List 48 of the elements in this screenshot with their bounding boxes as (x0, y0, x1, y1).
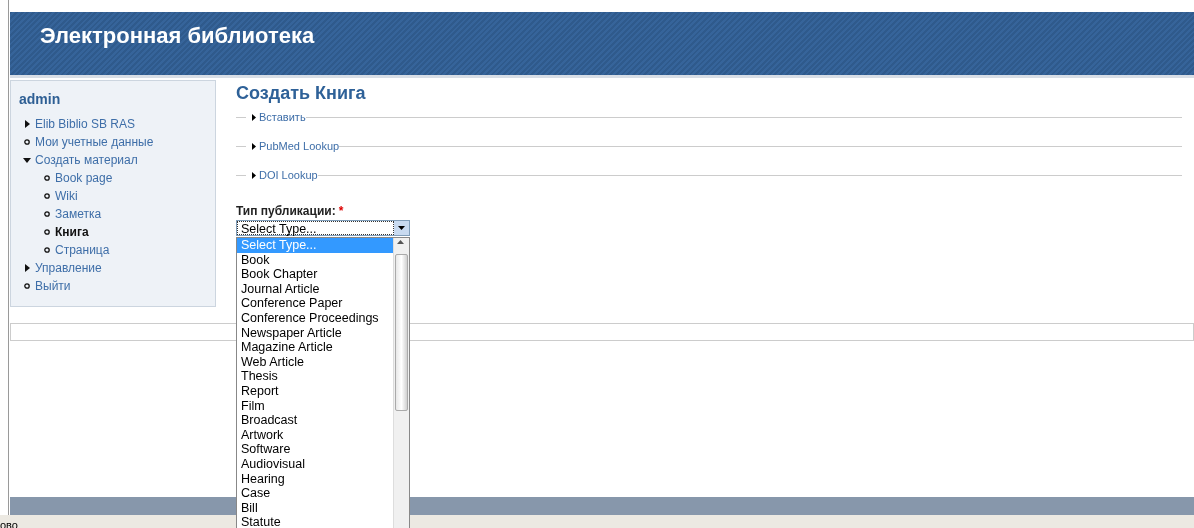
scroll-up-icon[interactable] (397, 240, 404, 244)
bullet-icon (44, 229, 50, 235)
bullet-icon (44, 193, 50, 199)
menu-link[interactable]: Книга (55, 223, 89, 241)
required-mark: * (338, 204, 344, 218)
dropdown-option[interactable]: Case (237, 486, 393, 501)
dropdown-option[interactable]: Conference Paper (237, 296, 393, 311)
menu-link[interactable]: Book page (55, 169, 113, 187)
scrollbar[interactable] (393, 238, 409, 528)
sidebar-title: admin (19, 91, 61, 107)
menu-link[interactable]: Wiki (55, 187, 78, 205)
dropdown-option[interactable]: Book (237, 252, 393, 268)
bullet-icon (44, 247, 50, 253)
fieldset-toggle[interactable]: PubMed Lookup (252, 140, 340, 152)
dropdown-option[interactable]: Artwork (237, 427, 393, 443)
dropdown-option[interactable]: Thesis (237, 369, 393, 384)
menu-link[interactable]: Elib Biblio SB RAS (35, 115, 136, 133)
dropdown-option[interactable]: Journal Article (237, 281, 393, 297)
dropdown-option[interactable]: Software (237, 442, 393, 457)
menu-link[interactable]: Страница (55, 241, 110, 259)
dropdown-option[interactable]: Newspaper Article (237, 325, 393, 341)
dropdown-arrow-icon (398, 226, 405, 230)
bullet-icon (24, 139, 30, 145)
menu-link[interactable]: Управление (35, 259, 102, 277)
dropdown-option[interactable]: Book Chapter (237, 267, 393, 282)
dropdown-option[interactable]: Conference Proceedings (237, 310, 393, 326)
dropdown-option[interactable]: Statute (237, 515, 393, 528)
dropdown-option[interactable]: Magazine Article (237, 340, 393, 355)
menu-link[interactable]: Выйти (35, 277, 71, 295)
dropdown-option[interactable]: Audiovisual (237, 456, 393, 472)
page-title: Создать Книга (236, 83, 366, 104)
site-title: Электронная библиотека (40, 23, 315, 49)
bullet-icon (44, 175, 50, 181)
bullet-icon (24, 283, 30, 289)
dropdown-option[interactable]: Bill (237, 500, 393, 516)
bullet-icon (44, 211, 50, 217)
field-label: Тип публикации: (236, 204, 336, 218)
fieldset-toggle[interactable]: Вставить (252, 111, 306, 123)
fieldset-toggle[interactable]: DOI Lookup (252, 169, 318, 181)
menu-link[interactable]: Создать материал (35, 151, 138, 169)
type-select[interactable]: Select Type... (236, 220, 410, 236)
menu-link[interactable]: Заметка (55, 205, 102, 223)
dropdown-option[interactable]: Film (237, 398, 393, 414)
menu-link[interactable]: Мои учетные данные (35, 133, 154, 151)
dropdown-option[interactable]: Broadcast (237, 413, 393, 428)
dropdown-option[interactable]: Report (237, 383, 393, 399)
dropdown-option[interactable]: Hearing (237, 471, 393, 487)
dropdown-option[interactable]: Web Article (237, 354, 393, 370)
